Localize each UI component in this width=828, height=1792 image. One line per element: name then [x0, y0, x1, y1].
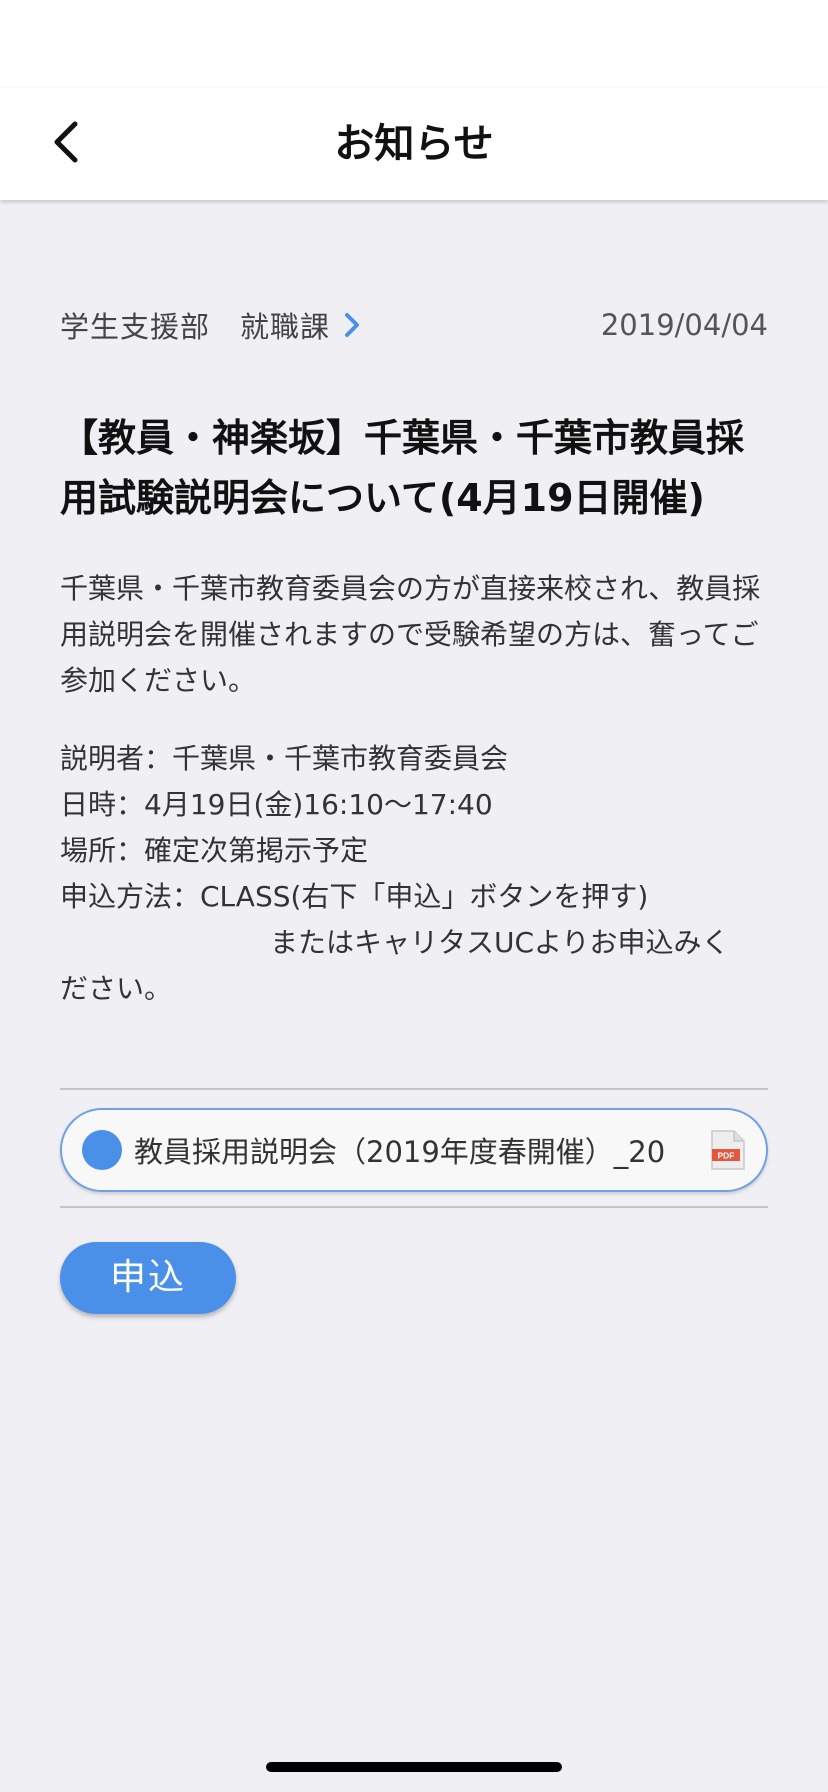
home-indicator [266, 1762, 562, 1772]
detail-datetime: 日時：4月19日(金)16:10〜17:40 [60, 788, 493, 821]
page-title: お知らせ [334, 121, 494, 167]
sender-label: 学生支援部 就職課 [60, 310, 331, 344]
notice-meta: 学生支援部 就職課 2019/04/04 [60, 300, 768, 350]
attachment-item[interactable]: 教員採用説明会（2019年度春開催）_20 PDF [60, 1108, 768, 1192]
chevron-right-icon [344, 312, 360, 338]
detail-method: 申込方法：CLASS(右下「申込」ボタンを押す) [60, 880, 649, 913]
notice-title: 【教員・神楽坂】千葉県・千葉市教員採用試験説明会について(4月19日開催) [60, 416, 745, 520]
svg-text:PDF: PDF [718, 1151, 735, 1161]
detail-place: 場所：確定次第掲示予定 [60, 834, 369, 867]
detail-method-end: ださい。 [60, 972, 173, 1005]
attachment-name: 教員採用説明会（2019年度春開催）_20 [134, 1135, 666, 1169]
status-bar [0, 0, 828, 88]
detail-presenter: 説明者：千葉県・千葉市教育委員会 [60, 742, 509, 775]
apply-button[interactable]: 申込 [60, 1242, 236, 1314]
sender-link[interactable]: 学生支援部 就職課 [60, 300, 360, 350]
divider-top [60, 1088, 768, 1090]
notice-details: 説明者：千葉県・千葉市教育委員会 日時：4月19日(金)16:10〜17:40 … [60, 736, 768, 1012]
notice-date: 2019/04/04 [600, 308, 768, 342]
detail-method-continued: またはキャリタスUCよりお申込みく [270, 926, 730, 959]
divider-bottom [60, 1206, 768, 1208]
attachment-dot [82, 1130, 122, 1170]
notice-body: 千葉県・千葉市教育委員会の方が直接来校され、教員採用説明会を開催されますので受験… [60, 572, 761, 697]
pdf-file-icon: PDF [710, 1129, 746, 1171]
navigation-bar: お知らせ [0, 88, 828, 200]
